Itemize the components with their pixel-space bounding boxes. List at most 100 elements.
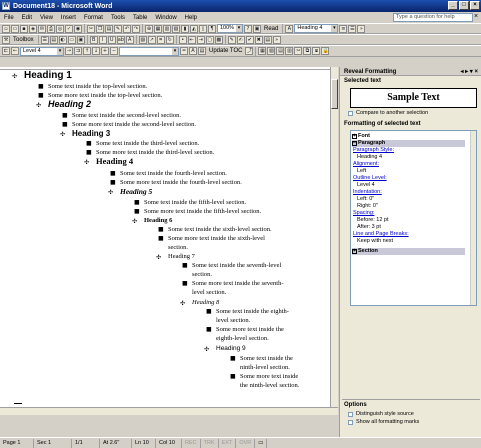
reviewing-pane-icon[interactable]: ▤: [263, 35, 272, 44]
accept-change-icon[interactable]: ✔: [245, 35, 254, 44]
formatting-property-link[interactable]: Spacing:: [353, 210, 374, 217]
close-button[interactable]: ×: [470, 1, 480, 10]
copy-icon[interactable]: ❐: [96, 24, 104, 33]
crop-icon[interactable]: ⌗: [156, 35, 165, 44]
checkbox-box[interactable]: [348, 110, 353, 116]
reject-change-icon[interactable]: ✖: [254, 35, 263, 44]
horizontal-scrollbar[interactable]: [0, 407, 338, 415]
outline-body-text[interactable]: ■ Some more text inside the eighth-level …: [206, 325, 294, 344]
body-text-bullet-icon[interactable]: ■: [206, 325, 212, 334]
scroll-thumb[interactable]: [331, 79, 338, 109]
styles-formatting-icon[interactable]: A: [285, 24, 294, 33]
collapse-icon[interactable]: −: [352, 141, 357, 146]
unlink-subdocument-icon[interactable]: ✂: [294, 47, 303, 55]
hyperlink-icon[interactable]: ⊕: [145, 24, 153, 33]
collapse-subdocuments-icon[interactable]: ▧: [267, 47, 276, 55]
distinguish-checkbox[interactable]: Distinguish style source: [340, 410, 481, 418]
show-first-line-icon[interactable]: ═: [180, 47, 188, 55]
status-ovr[interactable]: OVR: [236, 438, 256, 448]
numbering-icon[interactable]: ☰: [348, 24, 357, 33]
normal-view-icon[interactable]: ▤: [49, 35, 58, 44]
outline-body-text[interactable]: ■ Some more text inside the seventh-level…: [182, 279, 292, 298]
research-icon[interactable]: ◉: [74, 24, 82, 33]
toolbox-button[interactable]: Toolbox: [11, 37, 36, 43]
print-icon[interactable]: ⎙: [47, 24, 55, 33]
style-select[interactable]: Heading 4: [294, 24, 339, 33]
read-icon[interactable]: ▣: [253, 24, 261, 33]
body-text-bullet-icon[interactable]: ■: [134, 198, 140, 207]
email-icon[interactable]: ✉: [38, 24, 46, 33]
body-text-bullet-icon[interactable]: ■: [134, 207, 140, 216]
body-text-bullet-icon[interactable]: ■: [158, 234, 164, 243]
promote-heading-1-icon[interactable]: ⇇: [2, 47, 10, 55]
paste-icon[interactable]: ▤: [105, 24, 113, 33]
align-left-icon[interactable]: ≡: [339, 24, 348, 33]
minimize-button[interactable]: _: [448, 1, 458, 10]
outline-body-text[interactable]: ■ Some text inside the eighth-level secti…: [206, 307, 294, 326]
body-text-bullet-icon[interactable]: ■: [206, 307, 212, 316]
expand-outline-icon[interactable]: ✣: [132, 217, 137, 226]
expand-outline-icon[interactable]: ✣: [204, 345, 209, 354]
body-text-bullet-icon[interactable]: ■: [158, 225, 164, 234]
insert-excel-icon[interactable]: ▧: [172, 24, 180, 33]
outline-heading[interactable]: ✣ Heading 5: [108, 187, 152, 198]
zoom-select[interactable]: 100%: [217, 24, 243, 33]
show-level-select[interactable]: [119, 46, 179, 56]
menu-insert[interactable]: Insert: [57, 15, 80, 21]
outline-body-text[interactable]: ■ Some more text inside the ninth-level s…: [230, 372, 300, 391]
sample-text-box[interactable]: Sample Text: [350, 88, 477, 108]
demote-icon[interactable]: →: [65, 47, 73, 55]
menu-view[interactable]: View: [36, 15, 57, 21]
pane-nav-close[interactable]: ◂ ▸ ▾ ×: [460, 68, 478, 75]
italic-icon[interactable]: I: [98, 35, 107, 44]
outline-level-select[interactable]: Level 4: [20, 46, 64, 56]
menu-table[interactable]: Table: [129, 15, 151, 21]
formatting-scrollbar[interactable]: [470, 131, 476, 305]
read-button[interactable]: Read: [262, 26, 280, 32]
shading-icon[interactable]: ▩: [214, 35, 223, 44]
close-document-button[interactable]: ×: [474, 13, 478, 20]
outline-view-icon[interactable]: ☰: [40, 35, 49, 44]
arrow-icon[interactable]: ↗: [147, 35, 156, 44]
show-hide-icon[interactable]: ¶: [208, 24, 216, 33]
permission-icon[interactable]: ◈: [29, 24, 37, 33]
redo-icon[interactable]: ↷: [132, 24, 140, 33]
drawing-icon[interactable]: ◭: [190, 24, 198, 33]
decrease-indent-icon[interactable]: ⇤: [187, 35, 196, 44]
undo-icon[interactable]: ↶: [123, 24, 131, 33]
menu-file[interactable]: File: [0, 15, 18, 21]
document-area[interactable]: ✣ Heading 1 ■ Some text inside the top-leve…: [0, 70, 330, 407]
body-text-bullet-icon[interactable]: ■: [86, 148, 92, 157]
body-text-bullet-icon[interactable]: ■: [38, 82, 44, 91]
outline-heading[interactable]: ✣ Heading 9: [204, 344, 246, 354]
show-marks-checkbox[interactable]: Show all formatting marks: [340, 418, 481, 426]
print-preview-icon[interactable]: ◎: [56, 24, 64, 33]
insert-comment-icon[interactable]: ✍: [236, 35, 245, 44]
expand-icon[interactable]: +: [352, 249, 357, 254]
formatting-property-link[interactable]: Paragraph Style:: [353, 147, 394, 154]
expand-outline-icon[interactable]: ✣: [60, 130, 65, 139]
lock-document-icon[interactable]: 🔒: [321, 47, 330, 55]
body-text-bullet-icon[interactable]: ■: [86, 139, 92, 148]
print-view-icon[interactable]: ▭: [67, 35, 76, 44]
status-trk[interactable]: TRK: [201, 438, 219, 448]
move-down-icon[interactable]: ↓: [92, 47, 100, 55]
merge-subdocument-icon[interactable]: ⧉: [303, 47, 312, 55]
insert-subdocument-icon[interactable]: ▥: [285, 47, 294, 55]
toolbar-options-icon[interactable]: »: [272, 35, 281, 44]
body-text-bullet-icon[interactable]: ■: [38, 91, 44, 100]
master-document-view-icon[interactable]: ▦: [258, 47, 267, 55]
outline-heading[interactable]: ✣ Heading 1: [12, 71, 72, 82]
menu-tools[interactable]: Tools: [107, 15, 129, 21]
create-subdocument-icon[interactable]: ▤: [276, 47, 285, 55]
expand-icon[interactable]: +: [101, 47, 109, 55]
outline-body-text[interactable]: ■ Some text inside the ninth-level sectio…: [230, 354, 300, 373]
track-changes-icon[interactable]: ✎: [227, 35, 236, 44]
formatting-property-link[interactable]: Line and Page Breaks:: [353, 231, 409, 238]
show-formatting-icon[interactable]: A: [189, 47, 197, 55]
cut-icon[interactable]: ✂: [87, 24, 95, 33]
status-ext[interactable]: EXT: [219, 438, 237, 448]
vertical-scrollbar[interactable]: [330, 67, 338, 407]
formatting-group[interactable]: − Paragraph: [352, 140, 385, 147]
formatting-property-link[interactable]: Outline Level:: [353, 175, 387, 182]
